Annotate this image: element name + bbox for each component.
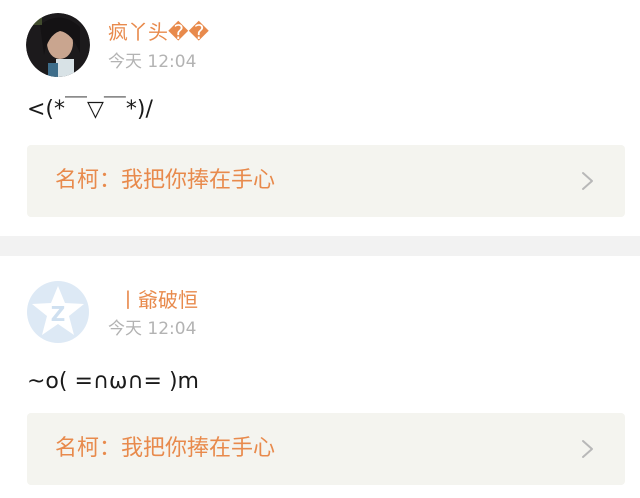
comment-item: Z 丨爺破恒 今天 12:04 ~o( =∩ω∩= )m 名柯：我把你捧在手心 xyxy=(0,256,640,498)
username[interactable]: 丨爺破恒 xyxy=(118,288,198,312)
username[interactable]: 疯丫头�� xyxy=(108,20,209,44)
comment-text: <(*￣▽￣*)/ xyxy=(27,97,153,122)
quoted-post-title: 名柯：我把你捧在手心 xyxy=(55,168,276,193)
svg-text:Z: Z xyxy=(51,302,66,326)
section-divider xyxy=(0,236,640,256)
timestamp: 今天 12:04 xyxy=(108,52,197,72)
avatar[interactable] xyxy=(26,13,90,77)
avatar[interactable]: Z xyxy=(26,280,90,344)
timestamp: 今天 12:04 xyxy=(108,319,197,339)
quoted-post-title: 名柯：我把你捧在手心 xyxy=(55,436,276,461)
chevron-right-icon xyxy=(582,172,593,190)
user-photo-avatar-icon xyxy=(26,13,90,77)
chevron-right-icon xyxy=(582,440,593,458)
comment-text: ~o( =∩ω∩= )m xyxy=(27,369,199,394)
comment-item: 疯丫头�� 今天 12:04 <(*￣▽￣*)/ 名柯：我把你捧在手心 xyxy=(0,0,640,236)
quoted-post-card[interactable]: 名柯：我把你捧在手心 xyxy=(27,145,625,217)
default-avatar-icon: Z xyxy=(27,281,89,343)
quoted-post-card[interactable]: 名柯：我把你捧在手心 xyxy=(27,413,625,485)
comment-feed: 疯丫头�� 今天 12:04 <(*￣▽￣*)/ 名柯：我把你捧在手心 Z 丨爺… xyxy=(0,0,640,498)
